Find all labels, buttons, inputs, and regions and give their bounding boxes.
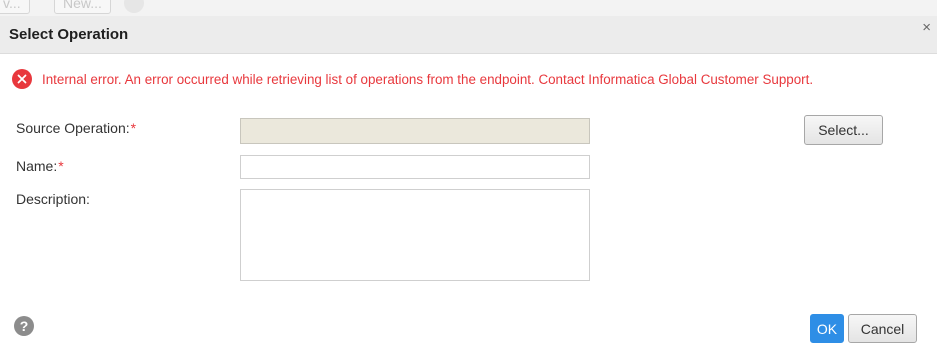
close-icon[interactable]: × bbox=[922, 20, 931, 36]
dialog-header: Select Operation × bbox=[0, 16, 937, 54]
error-message: Internal error. An error occurred while … bbox=[42, 71, 814, 87]
ok-button[interactable]: OK bbox=[810, 314, 844, 343]
source-operation-field[interactable] bbox=[240, 118, 590, 144]
required-marker: * bbox=[130, 120, 137, 136]
select-operation-dialog: v... New... Select Operation × Internal … bbox=[0, 0, 937, 349]
background-window-strip: v... New... bbox=[0, 0, 937, 16]
error-banner: Internal error. An error occurred while … bbox=[12, 68, 813, 90]
source-operation-label: Source Operation:* bbox=[16, 120, 136, 136]
background-tab: v... bbox=[0, 0, 30, 14]
cancel-button[interactable]: Cancel bbox=[848, 314, 917, 343]
name-label: Name:* bbox=[16, 158, 64, 174]
name-label-text: Name: bbox=[16, 158, 58, 174]
background-help-icon bbox=[124, 0, 144, 13]
error-x-icon bbox=[12, 69, 32, 89]
required-marker: * bbox=[58, 158, 64, 174]
description-label: Description: bbox=[16, 191, 90, 207]
background-tab: New... bbox=[54, 0, 111, 14]
help-icon[interactable]: ? bbox=[14, 316, 34, 336]
dialog-title: Select Operation bbox=[9, 26, 129, 43]
description-field[interactable] bbox=[240, 189, 590, 281]
name-field[interactable] bbox=[240, 155, 590, 179]
select-button[interactable]: Select... bbox=[804, 115, 883, 145]
source-operation-label-text: Source Operation: bbox=[16, 120, 130, 136]
